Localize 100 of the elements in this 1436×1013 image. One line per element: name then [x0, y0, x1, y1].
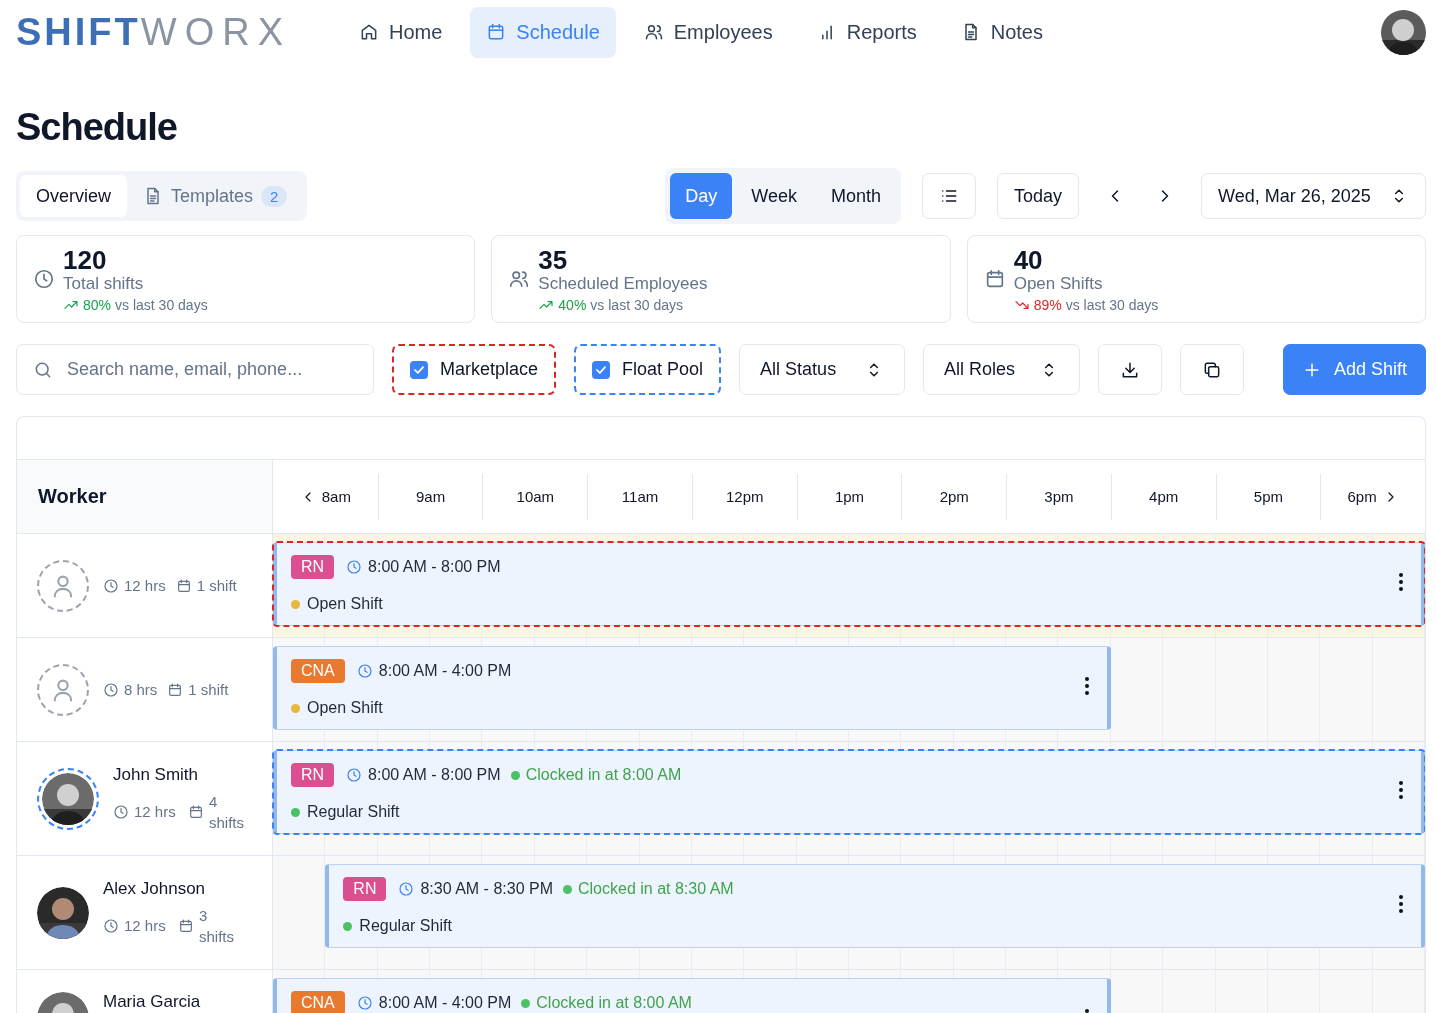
range-tab[interactable]: Week [736, 173, 812, 219]
comparison-text: vs last 30 days [1065, 296, 1159, 313]
clock-icon [33, 268, 55, 290]
shift-card[interactable]: RN 8:00 AM - 8:00 PM Clocked in at 8:00 AM Regular Shift [273, 750, 1425, 834]
role-tag: RN [291, 763, 335, 787]
logo-text: SHIFT [16, 10, 141, 54]
shift-type: Regular Shift [307, 803, 400, 821]
date-picker[interactable]: Wed, Mar 26, 2025 [1201, 173, 1426, 219]
hour-label: 2pm [901, 473, 1007, 520]
checkbox[interactable] [592, 360, 611, 379]
change-percent: 80% [83, 296, 112, 313]
hour-label: 5pm [1215, 473, 1321, 520]
filter-toggle[interactable]: Marketplace [392, 344, 557, 395]
role-tag: CNA [291, 659, 345, 683]
range-tab[interactable]: Month [815, 173, 896, 219]
nav-item[interactable]: Employees [627, 6, 789, 58]
range-tab[interactable]: Day [670, 173, 733, 219]
view-tab[interactable]: Overview [20, 175, 127, 217]
comparison-text: vs last 30 days [590, 296, 683, 313]
stat-value: 120 [63, 245, 108, 274]
nav-item[interactable]: Home [343, 6, 459, 58]
hour-label: 8am [273, 473, 378, 520]
status-dot [563, 884, 572, 894]
download-button[interactable] [1098, 344, 1163, 395]
role-tag: RN [291, 555, 335, 579]
clock-icon [103, 917, 119, 934]
stat-label: Scheduled Employees [538, 273, 708, 294]
stat-value: 35 [538, 245, 569, 274]
users-icon [508, 268, 531, 290]
search-input[interactable]: Search name, email, phone... [65, 358, 357, 381]
users-icon [643, 22, 664, 42]
more-icon[interactable] [1084, 677, 1089, 695]
shift-card[interactable]: CNA 8:00 AM - 4:00 PM Open Shift [273, 646, 1111, 730]
worker-name: John Smith [113, 764, 200, 785]
shift-card[interactable]: RN 8:30 AM - 8:30 PM Clocked in at 8:30 AM Regular Shift [325, 864, 1425, 948]
role-tag: RN [343, 877, 387, 901]
search-field[interactable]: Search name, email, phone... [16, 344, 374, 395]
clock-in-status: Clocked in at 8:00 AM [536, 994, 692, 1012]
calendar-icon [188, 803, 204, 820]
page-title: Schedule [16, 105, 178, 150]
shift-card[interactable]: CNA 8:00 AM - 4:00 PM Clocked in at 8:00 AM [273, 978, 1111, 1013]
worker-shift-count: 4 shifts [209, 791, 245, 833]
clock-icon [356, 995, 373, 1011]
worker-shift-count: 1 shift [188, 681, 229, 698]
shift-time: 8:00 AM - 8:00 PM [368, 558, 501, 576]
today-button[interactable]: Today [996, 173, 1079, 219]
checkbox[interactable] [410, 360, 428, 379]
hour-label: 1pm [796, 473, 902, 520]
comparison-text: vs last 30 days [115, 296, 208, 313]
clock-in-status: Clocked in at 8:30 AM [578, 880, 734, 898]
clock-icon [398, 881, 415, 897]
clock-icon [356, 663, 373, 679]
clock-icon [346, 559, 363, 575]
worker-hours: 12 hrs [124, 577, 166, 594]
calendar-icon [178, 917, 194, 934]
clock-in-status: Clocked in at 8:00 AM [525, 766, 682, 784]
copy-button[interactable] [1180, 344, 1245, 395]
hour-label: 10am [482, 473, 588, 520]
column-header: Worker [17, 460, 273, 533]
stat-value: 40 [1013, 245, 1044, 274]
hour-label: 3pm [1006, 473, 1111, 520]
hour-label: 6pm [1320, 473, 1425, 520]
add-shift-button[interactable]: Add Shift [1282, 344, 1426, 395]
change-percent: 89% [1033, 296, 1062, 313]
stat-label: Open Shifts [1013, 273, 1104, 294]
more-icon[interactable] [1399, 573, 1403, 591]
hour-label: 9am [377, 473, 483, 520]
worker-shift-count: 1 shift [196, 577, 237, 594]
nav-item[interactable]: Reports [800, 6, 933, 58]
filter-select[interactable]: All Roles [923, 344, 1081, 395]
list-view-button[interactable] [921, 173, 976, 219]
filter-toggle[interactable]: Float Pool [574, 344, 722, 395]
view-tab[interactable]: Templates 2 [127, 175, 304, 217]
status-dot [521, 998, 531, 1008]
calendar-icon [167, 681, 184, 698]
worker-hours: 12 hrs [134, 802, 177, 822]
hour-label: 4pm [1110, 473, 1216, 520]
shift-card[interactable]: RN 8:00 AM - 8:00 PM Open Shift [273, 542, 1425, 626]
shift-type: Regular Shift [359, 917, 452, 935]
clock-icon [103, 577, 119, 594]
shift-time: 8:00 AM - 8:00 PM [368, 766, 501, 784]
worker-shift-count: 3 shifts [199, 905, 235, 947]
logo-text: WORX [140, 10, 291, 54]
nav-item[interactable]: Notes [944, 6, 1059, 58]
role-tag: CNA [291, 991, 345, 1013]
filter-select[interactable]: All Status [739, 344, 906, 395]
shift-time: 8:00 AM - 4:00 PM [378, 994, 512, 1012]
worker-hours: 8 hrs [124, 681, 158, 698]
stat-label: Total shifts [63, 273, 145, 294]
count-badge: 2 [261, 185, 288, 207]
more-icon[interactable] [1399, 781, 1403, 799]
more-icon[interactable] [1399, 895, 1403, 913]
shift-time: 8:00 AM - 4:00 PM [378, 662, 512, 680]
hour-label: 11am [587, 473, 692, 520]
clock-icon [346, 767, 363, 783]
change-percent: 40% [558, 296, 587, 313]
home-icon [359, 22, 379, 42]
shift-type: Open Shift [307, 595, 383, 613]
shift-type: Open Shift [307, 699, 383, 717]
status-dot [510, 770, 520, 780]
